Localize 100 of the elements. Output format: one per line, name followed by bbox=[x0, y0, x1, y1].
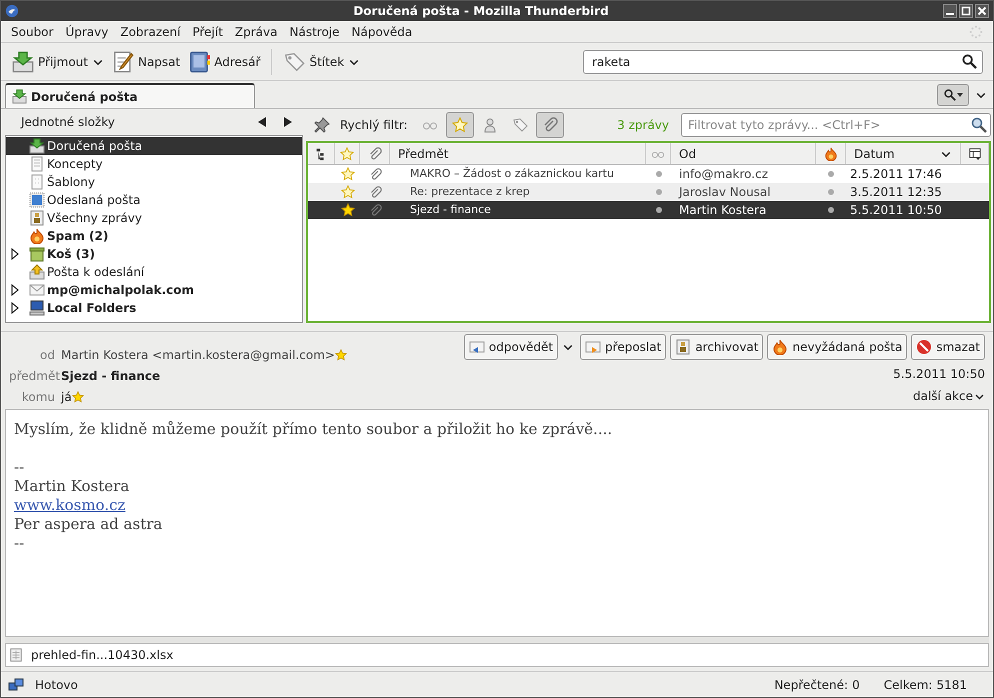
message-row[interactable]: Re: prezentace z krep Jaroslav Nousal 3.5.2011 12:35 bbox=[308, 183, 989, 201]
folder-item[interactable]: Koncepty bbox=[6, 155, 302, 173]
body-text: -- bbox=[14, 534, 26, 553]
field-label: předmět bbox=[9, 368, 61, 385]
folder-view-title: Jednotné složky bbox=[21, 114, 116, 131]
network-icon bbox=[7, 676, 25, 692]
caret-icon bbox=[956, 93, 962, 97]
folder-item[interactable]: Šablony bbox=[6, 173, 302, 191]
document-icon bbox=[29, 174, 45, 190]
message-row[interactable]: Sjezd - finance Martin Kostera 5.5.2011 10:50 bbox=[308, 201, 989, 219]
maximize-button[interactable] bbox=[959, 4, 973, 18]
read-dot-icon[interactable] bbox=[656, 207, 662, 213]
address-book-icon bbox=[188, 50, 210, 72]
folder-item[interactable]: Pošta k odeslání bbox=[6, 263, 302, 281]
search-icon bbox=[944, 89, 956, 101]
close-button[interactable] bbox=[975, 4, 989, 18]
signature-link[interactable]: www.kosmo.cz bbox=[14, 496, 126, 515]
more-actions-button[interactable]: další akce bbox=[913, 387, 985, 405]
tray-arrow-icon bbox=[29, 138, 45, 154]
subject-text: Re: prezentace z krep bbox=[410, 184, 530, 200]
loading-spinner-icon bbox=[969, 24, 983, 38]
expand-triangle-icon[interactable] bbox=[11, 302, 19, 314]
filter-toggle-button[interactable] bbox=[536, 112, 564, 138]
no-entry-icon bbox=[916, 339, 932, 355]
message-action-button[interactable]: nevyžádaná pošta bbox=[767, 334, 908, 360]
junk-dot-icon[interactable] bbox=[828, 171, 834, 177]
message-action-button[interactable]: odpovědět bbox=[464, 334, 558, 360]
message-action-button[interactable]: přeposlat bbox=[580, 334, 666, 360]
folder-item[interactable]: Local Folders bbox=[6, 299, 302, 317]
read-dot-icon[interactable] bbox=[656, 171, 662, 177]
tag-icon bbox=[512, 117, 528, 133]
subject-text: MAKRO – Žádost o zákaznickou kartu bbox=[410, 166, 614, 182]
menu-item[interactable]: Úpravy bbox=[59, 22, 114, 40]
sender-text: Martin Kostera bbox=[679, 202, 766, 219]
menu-item[interactable]: Přejít bbox=[186, 22, 229, 40]
body-text: -- bbox=[14, 458, 26, 477]
folder-item[interactable]: Spam (2) bbox=[6, 227, 302, 245]
column-header[interactable]: Předmět bbox=[390, 143, 646, 164]
toolbar-button[interactable]: Napsat bbox=[108, 46, 184, 76]
person-icon bbox=[482, 117, 498, 133]
filter-toggle-button[interactable] bbox=[446, 112, 474, 138]
star-icon[interactable] bbox=[334, 349, 347, 361]
star-icon[interactable] bbox=[340, 203, 354, 217]
tag-icon bbox=[283, 50, 306, 72]
minimize-button[interactable] bbox=[943, 4, 957, 18]
search-field[interactable]: raketa bbox=[583, 50, 983, 74]
star-icon[interactable] bbox=[340, 167, 354, 181]
pin-icon[interactable] bbox=[314, 117, 330, 133]
message-count: 3 zprávy bbox=[617, 117, 669, 134]
field-label: komu bbox=[20, 389, 56, 406]
date-text: 3.5.2011 12:35 bbox=[850, 184, 942, 201]
toolbar-button[interactable]: Štítek bbox=[280, 46, 364, 76]
app-icon bbox=[5, 4, 19, 18]
junk-dot-icon[interactable] bbox=[828, 207, 834, 213]
star-icon[interactable] bbox=[340, 146, 354, 160]
field-value: já bbox=[61, 389, 72, 406]
spreadsheet-icon bbox=[9, 647, 23, 663]
total-label: Celkem: bbox=[884, 676, 932, 694]
sender-text: info@makro.cz bbox=[679, 166, 768, 183]
read-dot-icon[interactable] bbox=[656, 189, 662, 195]
expand-triangle-icon[interactable] bbox=[11, 248, 19, 260]
message-action-button[interactable]: archivovat bbox=[670, 334, 764, 360]
attachment-name[interactable]: prehled-fin...10430.xlsx bbox=[31, 646, 174, 664]
menu-item[interactable]: Nástroje bbox=[284, 22, 346, 40]
subject-text: Sjezd - finance bbox=[410, 202, 491, 218]
column-header[interactable]: Datum bbox=[846, 143, 961, 164]
unread-label: Nepřečtené: bbox=[774, 676, 848, 694]
previous-arrow-icon[interactable] bbox=[257, 116, 267, 128]
folder-item[interactable]: Odeslaná pošta bbox=[6, 191, 302, 209]
folder-item[interactable]: Doručená pošta bbox=[6, 137, 302, 155]
menu-item[interactable]: Nápověda bbox=[346, 22, 418, 40]
message-action-button[interactable]: smazat bbox=[911, 334, 985, 360]
file-cabinet-icon bbox=[29, 210, 45, 226]
star-icon[interactable] bbox=[72, 391, 84, 403]
search-menu-button[interactable] bbox=[937, 84, 969, 106]
folder-item[interactable]: mp@michalpolak.com bbox=[6, 281, 302, 299]
menu-item[interactable]: Zpráva bbox=[228, 22, 284, 40]
menu-item[interactable]: Zobrazení bbox=[114, 22, 186, 40]
star-icon[interactable] bbox=[340, 185, 354, 199]
toolbar-button[interactable]: Adresář bbox=[185, 46, 264, 76]
toolbar-button[interactable]: Přijmout bbox=[9, 46, 107, 76]
expand-triangle-icon[interactable] bbox=[11, 284, 19, 296]
status-text: Hotovo bbox=[35, 676, 79, 694]
paperclip-icon[interactable] bbox=[368, 146, 382, 160]
search-icon bbox=[962, 54, 977, 68]
flame-icon[interactable] bbox=[824, 146, 838, 160]
field-value: Sjezd - finance bbox=[61, 368, 160, 385]
menu-item[interactable]: Soubor bbox=[5, 22, 60, 40]
next-arrow-icon[interactable] bbox=[283, 116, 293, 128]
filter-field[interactable]: Filtrovat tyto zprávy... <Ctrl+F> bbox=[681, 113, 991, 137]
tray-arrow-icon bbox=[29, 264, 45, 280]
folder-item[interactable]: Všechny zprávy bbox=[6, 209, 302, 227]
field-value: Martin Kostera <martin.kostera@gmail.com> bbox=[61, 347, 335, 364]
folder-item[interactable]: Koš (3) bbox=[6, 245, 302, 263]
tab[interactable]: Doručená pošta bbox=[5, 83, 255, 108]
total-count: 5181 bbox=[936, 676, 967, 694]
window-title: Doručená pošta - Mozilla Thunderbird bbox=[352, 3, 610, 20]
column-header[interactable]: Od bbox=[671, 143, 816, 164]
junk-dot-icon[interactable] bbox=[828, 189, 834, 195]
column-picker-icon[interactable] bbox=[968, 146, 982, 160]
